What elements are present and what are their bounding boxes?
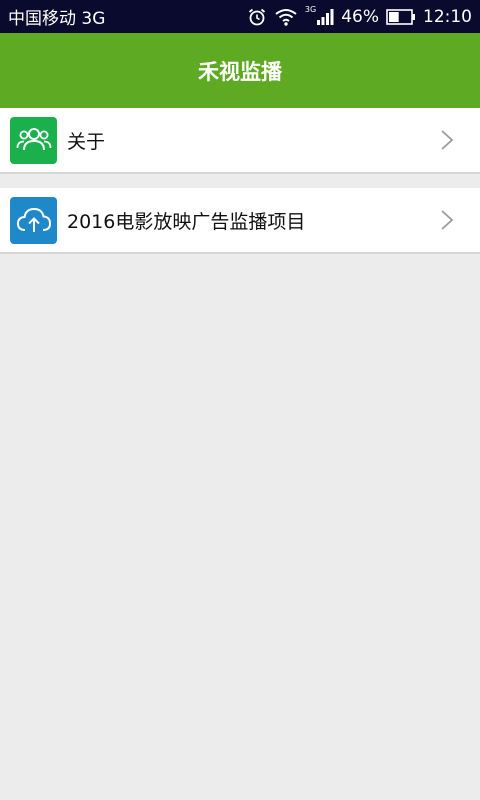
list-item-label: 2016电影放映广告监播项目 [67, 210, 306, 233]
status-bar: 中国移动 3G 3G 46% 12:10 [0, 0, 480, 33]
signal-icon [316, 8, 334, 26]
chevron-right-icon [440, 209, 454, 231]
list-item-about[interactable]: 关于 [0, 108, 480, 174]
carrier-label: 中国移动 3G [8, 9, 106, 29]
status-indicators: 3G 46% 12:10 [247, 5, 472, 27]
page-title: 禾视监播 [198, 59, 282, 84]
chevron-right-icon [440, 129, 454, 151]
list-item-label: 关于 [67, 130, 106, 153]
battery-icon [386, 8, 416, 25]
list-item-project[interactable]: 2016电影放映广告监播项目 [0, 188, 480, 254]
battery-percent: 46% [341, 6, 379, 27]
wifi-icon [274, 7, 298, 27]
clock: 12:10 [423, 6, 472, 27]
users-icon [10, 116, 57, 164]
alarm-icon [247, 7, 267, 27]
network-type-label: 3G [304, 5, 317, 14]
app-header: 禾视监播 [0, 33, 480, 108]
cloud-upload-icon [10, 196, 57, 244]
